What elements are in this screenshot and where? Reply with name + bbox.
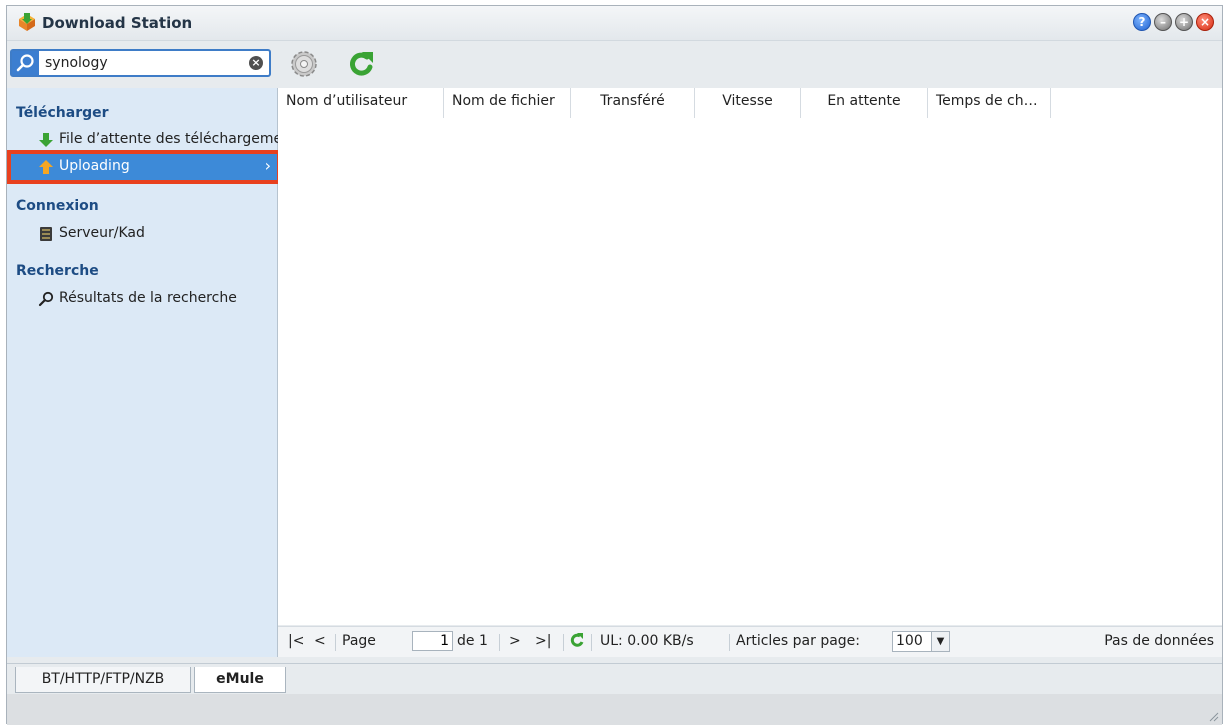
section-title-connexion: Connexion	[16, 198, 99, 214]
upload-arrow-icon	[39, 160, 53, 174]
no-data-status: Pas de données	[1104, 633, 1214, 649]
sidebar-item-uploading[interactable]: Uploading ›	[7, 150, 281, 184]
refresh-icon	[350, 52, 373, 76]
search-box[interactable]: ×	[10, 49, 271, 77]
gear-icon	[291, 51, 317, 77]
tab-emule[interactable]: eMule	[194, 667, 286, 693]
sidebar-item-search-results[interactable]: Résultats de la recherche	[11, 286, 277, 312]
sidebar: Télécharger File d’attente des télécharg…	[7, 88, 304, 657]
upload-table: Nom d’utilisateur Nom de fichier Transfé…	[278, 88, 1222, 625]
chevron-down-icon: ▼	[931, 632, 949, 651]
status-bar	[7, 694, 1222, 725]
paging-toolbar: |< < Page de 1 > >| UL: 0.00 KB/s Articl…	[278, 626, 1222, 657]
per-page-select[interactable]: 100 ▼	[892, 631, 950, 652]
server-icon	[40, 227, 52, 241]
page-number-input[interactable]	[412, 631, 453, 651]
sidebar-item-label: Serveur/Kad	[59, 225, 145, 241]
section-title-recherche: Recherche	[16, 263, 99, 279]
search-icon	[38, 291, 54, 307]
column-header-transferred[interactable]: Transféré	[571, 88, 695, 118]
section-title-telecharger: Télécharger	[16, 105, 109, 121]
maximize-icon[interactable]: +	[1175, 13, 1193, 31]
table-header: Nom d’utilisateur Nom de fichier Transfé…	[278, 88, 1051, 118]
sidebar-item-server-kad[interactable]: Serveur/Kad	[11, 221, 277, 247]
chevron-right-icon: ›	[264, 156, 271, 175]
help-icon[interactable]: ?	[1133, 13, 1151, 31]
per-page-label: Articles par page:	[736, 633, 861, 649]
sidebar-item-label: Uploading	[59, 158, 130, 174]
search-icon	[12, 51, 39, 75]
resize-grip-icon[interactable]	[1207, 710, 1219, 722]
column-header-waiting[interactable]: En attente	[801, 88, 928, 118]
tab-bt-http-ftp-nzb[interactable]: BT/HTTP/FTP/NZB	[15, 667, 191, 693]
refresh-button[interactable]	[345, 48, 379, 80]
search-input[interactable]	[45, 53, 235, 73]
settings-button[interactable]	[287, 48, 321, 80]
previous-page-icon[interactable]: <	[314, 633, 326, 649]
refresh-icon[interactable]	[570, 631, 584, 653]
sidebar-item-label: Résultats de la recherche	[59, 290, 237, 306]
toolbar: ×	[7, 41, 1222, 87]
sidebar-item-label: File d’attente des téléchargements	[59, 131, 304, 147]
minimize-icon[interactable]: –	[1154, 13, 1172, 31]
upload-speed-text: UL: 0.00 KB/s	[600, 633, 694, 649]
title-bar: Download Station ? – + ×	[7, 6, 1222, 41]
last-page-icon[interactable]: >|	[535, 633, 551, 649]
column-header-time[interactable]: Temps de ch…	[928, 88, 1051, 118]
next-page-icon[interactable]: >	[509, 633, 521, 649]
page-label: Page	[342, 633, 376, 649]
download-station-window: Download Station ? – + × ×	[6, 5, 1223, 725]
first-page-icon[interactable]: |<	[288, 633, 304, 649]
bottom-tabs: BT/HTTP/FTP/NZB eMule	[7, 663, 1222, 694]
download-station-icon	[19, 13, 35, 31]
window-title: Download Station	[42, 14, 193, 32]
sidebar-item-download-queue[interactable]: File d’attente des téléchargements	[11, 127, 304, 153]
column-header-filename[interactable]: Nom de fichier	[444, 88, 571, 118]
per-page-value: 100	[896, 633, 923, 649]
download-arrow-icon	[39, 133, 53, 147]
close-icon[interactable]: ×	[1196, 13, 1214, 31]
column-header-speed[interactable]: Vitesse	[695, 88, 801, 118]
column-header-username[interactable]: Nom d’utilisateur	[278, 88, 444, 118]
page-count-label: de 1	[457, 633, 488, 649]
clear-search-icon[interactable]: ×	[249, 56, 263, 70]
